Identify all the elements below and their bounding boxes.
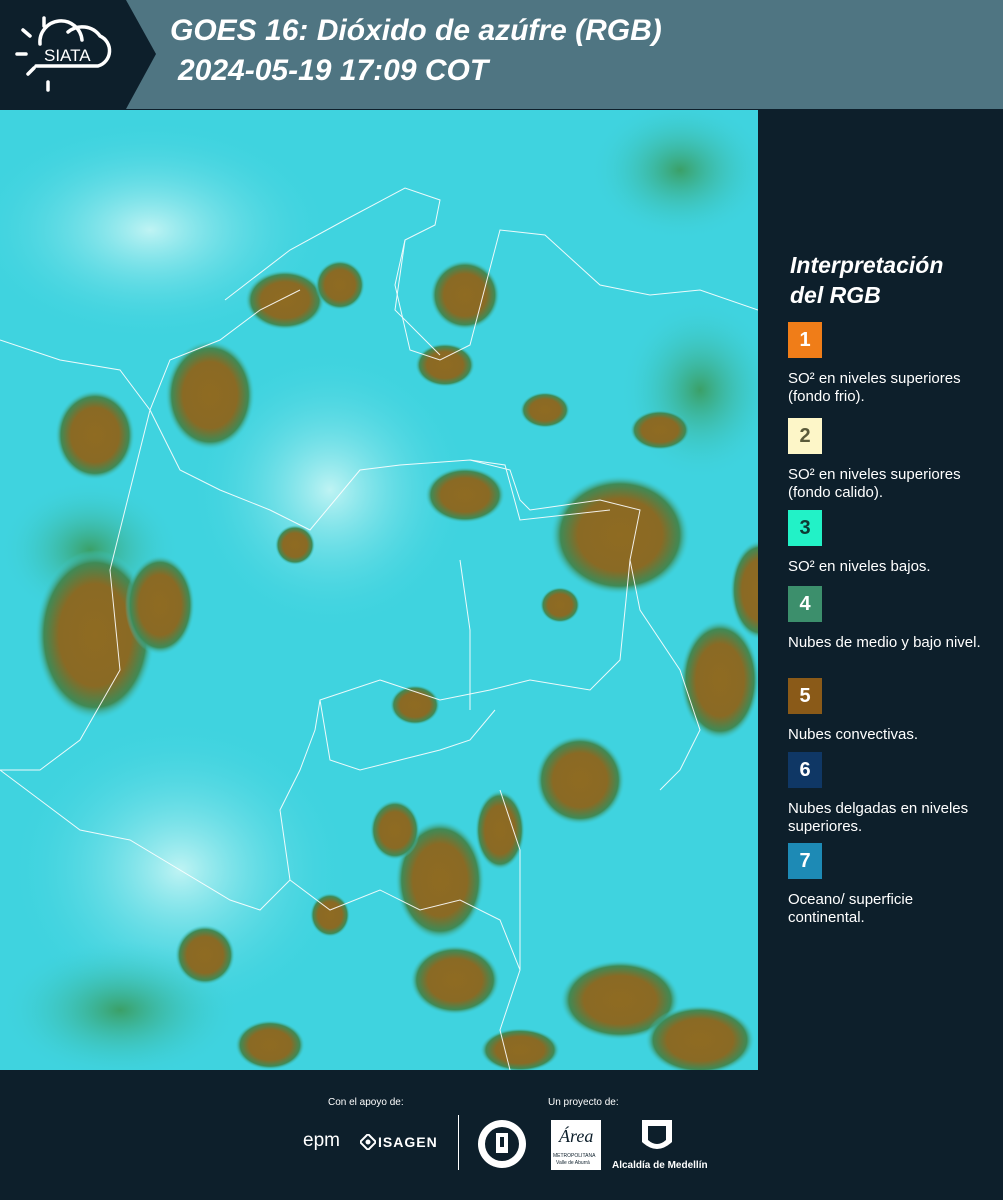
legend-item: 1 SO² en niveles superiores (fondo frio). — [788, 322, 988, 406]
legend-title-line2: del RGB — [790, 282, 881, 308]
isagen-icon — [360, 1134, 376, 1150]
header-bar: SIATA GOES 16: Dióxido de azúfre (RGB) 2… — [0, 0, 1003, 109]
legend-swatch: 7 — [788, 843, 822, 879]
area-logo-sub1: METROPOLITANA — [553, 1153, 596, 1159]
legend-swatch: 1 — [788, 322, 822, 358]
legend-swatch: 2 — [788, 418, 822, 454]
alcaldia-logo: Alcaldía de Medellín — [612, 1160, 708, 1171]
support-label: Con el apoyo de: — [328, 1097, 404, 1108]
page-title: GOES 16: Dióxido de azúfre (RGB) — [170, 14, 662, 47]
legend-item: 5 Nubes convectivas. — [788, 678, 988, 744]
isagen-logo: ISAGEN — [378, 1134, 438, 1150]
legend-swatch: 6 — [788, 752, 822, 788]
legend-label: Nubes de medio y bajo nivel. — [788, 634, 981, 651]
legend-title-line1: Interpretación — [790, 252, 944, 278]
legend-swatch: 4 — [788, 586, 822, 622]
legend-label: Nubes delgadas en niveles superiores. — [788, 800, 969, 835]
logo-text: SIATA — [44, 46, 91, 65]
area-logo-sub2: Valle de Aburrá — [556, 1160, 590, 1166]
legend-label: SO² en niveles bajos. — [788, 558, 931, 575]
alcaldia-shield-icon — [642, 1120, 672, 1149]
legend-swatch: 3 — [788, 510, 822, 546]
area-metropolitana-logo: Área METROPOLITANA Valle de Aburrá — [551, 1120, 601, 1170]
legend-item: 4 Nubes de medio y bajo nivel. — [788, 586, 988, 652]
area-logo-text: Área — [559, 1126, 594, 1146]
satellite-image — [0, 110, 758, 1070]
legend-label: SO² en niveles superiores (fondo frio). — [788, 370, 961, 405]
legend-label: Nubes convectivas. — [788, 726, 919, 743]
footer-divider — [458, 1115, 459, 1170]
legend-title: Interpretación del RGB — [790, 250, 990, 310]
legend-item: 2 SO² en niveles superiores (fondo calido… — [788, 418, 988, 502]
legend-swatch: 5 — [788, 678, 822, 714]
legend-item: 7 Oceano/ superficie continental. — [788, 843, 988, 927]
legend-item: 6 Nubes delgadas en niveles superiores. — [788, 752, 988, 836]
legend-label: Oceano/ superficie continental. — [788, 891, 914, 926]
legend-label: SO² en niveles superiores (fondo calido)… — [788, 466, 961, 501]
satellite-map — [0, 110, 758, 1070]
page-timestamp: 2024-05-19 17:09 COT — [178, 54, 489, 87]
project-label: Un proyecto de: — [548, 1097, 619, 1108]
legend-panel: Interpretación del RGB 1 SO² en niveles s… — [758, 110, 1003, 1070]
footer: Con el apoyo de: Un proyecto de: epm ISA… — [0, 1070, 1003, 1200]
siata-logo-tab: SIATA — [0, 0, 156, 109]
medellin-seal-icon — [478, 1120, 526, 1168]
epm-logo: epm — [303, 1130, 340, 1151]
legend-item: 3 SO² en niveles bajos. — [788, 510, 988, 576]
